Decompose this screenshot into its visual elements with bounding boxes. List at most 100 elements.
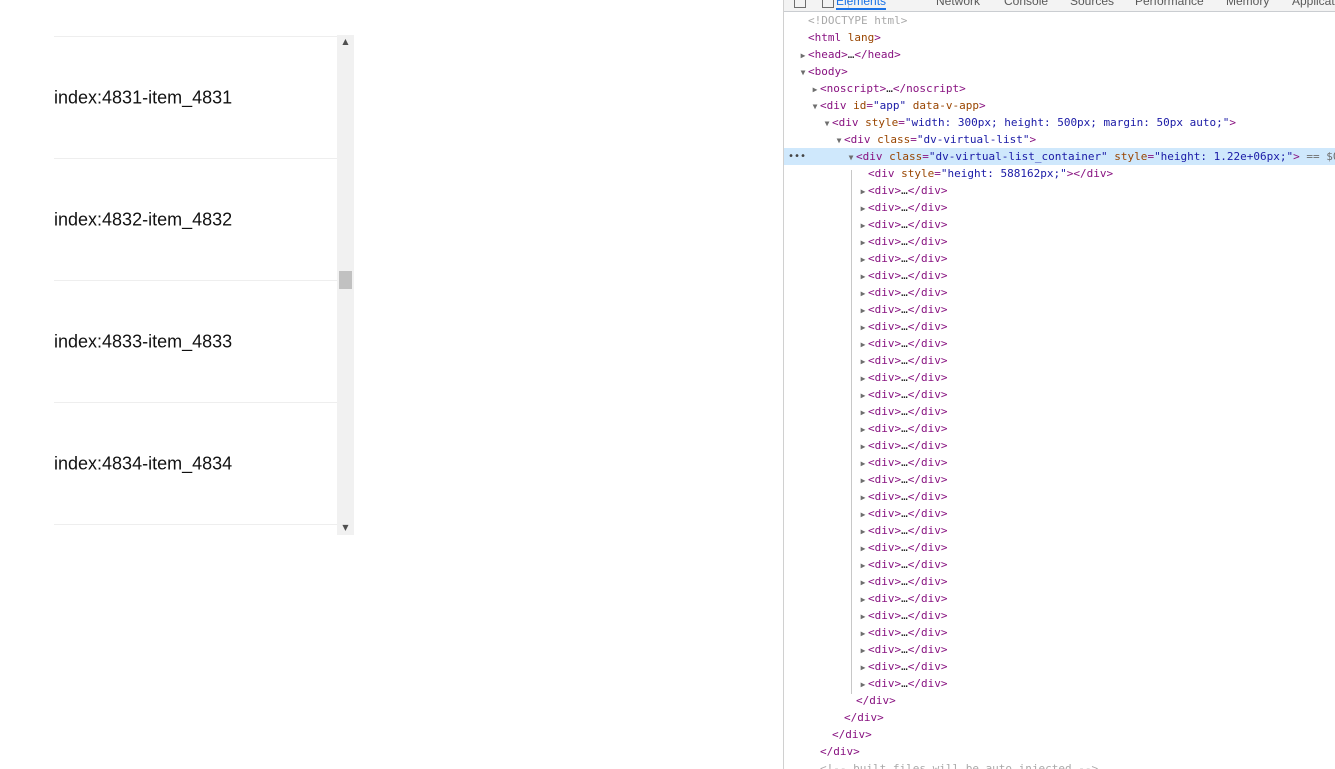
expand-triangle-closed-icon[interactable]: ▶ xyxy=(858,438,868,455)
expand-triangle-closed-icon[interactable]: ▶ xyxy=(858,608,868,625)
dom-node[interactable]: ▼ <div style="width: 300px; height: 500px… xyxy=(784,114,1335,131)
expand-triangle-closed-icon[interactable]: ▶ xyxy=(858,489,868,506)
dom-node[interactable]: <html lang> xyxy=(784,29,1335,46)
expand-triangle-closed-icon[interactable]: ▶ xyxy=(858,625,868,642)
dom-node[interactable]: ▼ <div id="app" data-v-app> xyxy=(784,97,1335,114)
expand-triangle-open-icon[interactable]: ▼ xyxy=(834,132,844,149)
dom-node[interactable]: ▶ <div>…</div> xyxy=(784,556,1335,573)
expand-triangle-closed-icon[interactable]: ▶ xyxy=(858,200,868,217)
expand-triangle-closed-icon[interactable]: ▶ xyxy=(858,268,868,285)
dom-node[interactable]: ▶ <div>…</div> xyxy=(784,352,1335,369)
dom-node[interactable]: ▶ <div>…</div> xyxy=(784,216,1335,233)
dom-node[interactable]: ▶ <div>…</div> xyxy=(784,505,1335,522)
dom-node-markup: <div>…</div> xyxy=(868,524,948,537)
dom-node[interactable]: </div> xyxy=(784,743,1335,760)
dom-node[interactable]: <!DOCTYPE html> xyxy=(784,12,1335,29)
dom-node[interactable]: ▼ <div class="dv-virtual-list"> xyxy=(784,131,1335,148)
expand-triangle-closed-icon[interactable]: ▶ xyxy=(810,81,820,98)
dom-node[interactable]: ▶ <div>…</div> xyxy=(784,250,1335,267)
dom-node[interactable]: ▶ <div>…</div> xyxy=(784,267,1335,284)
expand-triangle-closed-icon[interactable]: ▶ xyxy=(858,234,868,251)
dom-node[interactable]: ▶ <div>…</div> xyxy=(784,403,1335,420)
dom-node[interactable]: ▶ <div>…</div> xyxy=(784,488,1335,505)
dom-node[interactable]: ▶ <div>…</div> xyxy=(784,539,1335,556)
dom-node[interactable]: ▶ <div>…</div> xyxy=(784,335,1335,352)
expand-triangle-closed-icon[interactable]: ▶ xyxy=(858,642,868,659)
expand-triangle-open-icon[interactable]: ▼ xyxy=(846,149,856,166)
expand-triangle-closed-icon[interactable]: ▶ xyxy=(858,404,868,421)
expand-triangle-closed-icon[interactable]: ▶ xyxy=(858,285,868,302)
expand-triangle-closed-icon[interactable]: ▶ xyxy=(858,557,868,574)
expand-triangle-closed-icon[interactable]: ▶ xyxy=(798,47,808,64)
dom-node[interactable]: ▶ <div>…</div> xyxy=(784,471,1335,488)
dom-node[interactable]: <!-- built files will be auto injected -… xyxy=(784,760,1335,769)
vertical-scrollbar[interactable]: ▲ ▼ xyxy=(337,35,354,535)
inspect-element-icon[interactable] xyxy=(794,0,806,8)
expand-triangle-closed-icon[interactable]: ▶ xyxy=(858,591,868,608)
dom-node[interactable]: ▶ <div>…</div> xyxy=(784,284,1335,301)
devtools-tab-network[interactable]: Network xyxy=(936,0,980,8)
expand-triangle-closed-icon[interactable]: ▶ xyxy=(858,319,868,336)
device-toolbar-icon[interactable] xyxy=(822,0,834,8)
dom-node[interactable]: ▶ <div>…</div> xyxy=(784,522,1335,539)
expand-triangle-closed-icon[interactable]: ▶ xyxy=(858,676,868,693)
virtual-list[interactable]: index:4831-item_4831 index:4832-item_4832… xyxy=(54,35,354,535)
expand-triangle-closed-icon[interactable]: ▶ xyxy=(858,353,868,370)
dom-node[interactable]: ▶ <div>…</div> xyxy=(784,318,1335,335)
expand-triangle-open-icon[interactable]: ▼ xyxy=(798,64,808,81)
expand-triangle-open-icon[interactable]: ▼ xyxy=(822,115,832,132)
dom-node[interactable]: ▶ <div>…</div> xyxy=(784,182,1335,199)
expand-triangle-closed-icon[interactable]: ▶ xyxy=(858,387,868,404)
dom-node[interactable]: ▶ <div>…</div> xyxy=(784,420,1335,437)
dom-node[interactable]: ▶ <div>…</div> xyxy=(784,590,1335,607)
dom-node[interactable]: ▶ <div>…</div> xyxy=(784,386,1335,403)
dom-node[interactable]: ▶ <div>…</div> xyxy=(784,624,1335,641)
scroll-down-arrow-icon[interactable]: ▼ xyxy=(337,521,354,535)
dom-node[interactable]: ▼ <body> xyxy=(784,63,1335,80)
devtools-tab-elements[interactable]: Elements xyxy=(836,0,887,10)
expand-triangle-closed-icon[interactable]: ▶ xyxy=(858,523,868,540)
more-options-icon[interactable]: ••• xyxy=(788,148,806,165)
expand-triangle-closed-icon[interactable]: ▶ xyxy=(858,506,868,523)
dom-node[interactable]: ▶ <div>…</div> xyxy=(784,369,1335,386)
dom-node[interactable]: </div> xyxy=(784,692,1335,709)
dom-node[interactable]: ▶ <head>…</head> xyxy=(784,46,1335,63)
devtools-tab-performance[interactable]: Performance xyxy=(1135,0,1204,8)
dom-node[interactable]: ▶ <div>…</div> xyxy=(784,233,1335,250)
devtools-tab-console[interactable]: Console xyxy=(1004,0,1048,8)
expand-triangle-open-icon[interactable]: ▼ xyxy=(810,98,820,115)
scrollbar-thumb[interactable] xyxy=(339,271,352,290)
dom-node-markup: </div> xyxy=(820,745,860,758)
expand-triangle-closed-icon[interactable]: ▶ xyxy=(858,251,868,268)
devtools-tab-sources[interactable]: Sources xyxy=(1070,0,1114,8)
dom-node[interactable]: ▶ <div>…</div> xyxy=(784,454,1335,471)
expand-triangle-closed-icon[interactable]: ▶ xyxy=(858,472,868,489)
expand-triangle-closed-icon[interactable]: ▶ xyxy=(858,421,868,438)
expand-triangle-closed-icon[interactable]: ▶ xyxy=(858,217,868,234)
devtools-tab-applicati[interactable]: Applicati xyxy=(1292,0,1335,8)
expand-triangle-closed-icon[interactable]: ▶ xyxy=(858,302,868,319)
dom-node[interactable]: ▶ <div>…</div> xyxy=(784,301,1335,318)
expand-triangle-closed-icon[interactable]: ▶ xyxy=(858,659,868,676)
dom-node[interactable]: <div style="height: 588162px;"></div> xyxy=(784,165,1335,182)
dom-node[interactable]: </div> xyxy=(784,709,1335,726)
devtools-toolbar: Elements Network Console Sources Performance… xyxy=(784,0,1335,12)
expand-triangle-closed-icon[interactable]: ▶ xyxy=(858,370,868,387)
dom-node[interactable]: </div> xyxy=(784,726,1335,743)
dom-node[interactable]: ▶ <div>…</div> xyxy=(784,437,1335,454)
dom-node[interactable]: ▶ <div>…</div> xyxy=(784,658,1335,675)
expand-triangle-closed-icon[interactable]: ▶ xyxy=(858,574,868,591)
expand-triangle-closed-icon[interactable]: ▶ xyxy=(858,455,868,472)
expand-triangle-closed-icon[interactable]: ▶ xyxy=(858,540,868,557)
dom-node[interactable]: ▶ <div>…</div> xyxy=(784,573,1335,590)
dom-node[interactable]: ▶ <div>…</div> xyxy=(784,607,1335,624)
dom-node[interactable]: ▶ <noscript>…</noscript> xyxy=(784,80,1335,97)
dom-node[interactable]: ▶ <div>…</div> xyxy=(784,199,1335,216)
dom-node[interactable]: ▶ <div>…</div> xyxy=(784,641,1335,658)
dom-node[interactable]: ▶ <div>…</div> xyxy=(784,675,1335,692)
devtools-tab-memory[interactable]: Memory xyxy=(1226,0,1269,8)
expand-triangle-closed-icon[interactable]: ▶ xyxy=(858,336,868,353)
expand-triangle-closed-icon[interactable]: ▶ xyxy=(858,183,868,200)
scroll-up-arrow-icon[interactable]: ▲ xyxy=(337,35,354,49)
dom-node-selected[interactable]: ••• ▼ <div class="dv-virtual-list_containe… xyxy=(784,148,1335,165)
